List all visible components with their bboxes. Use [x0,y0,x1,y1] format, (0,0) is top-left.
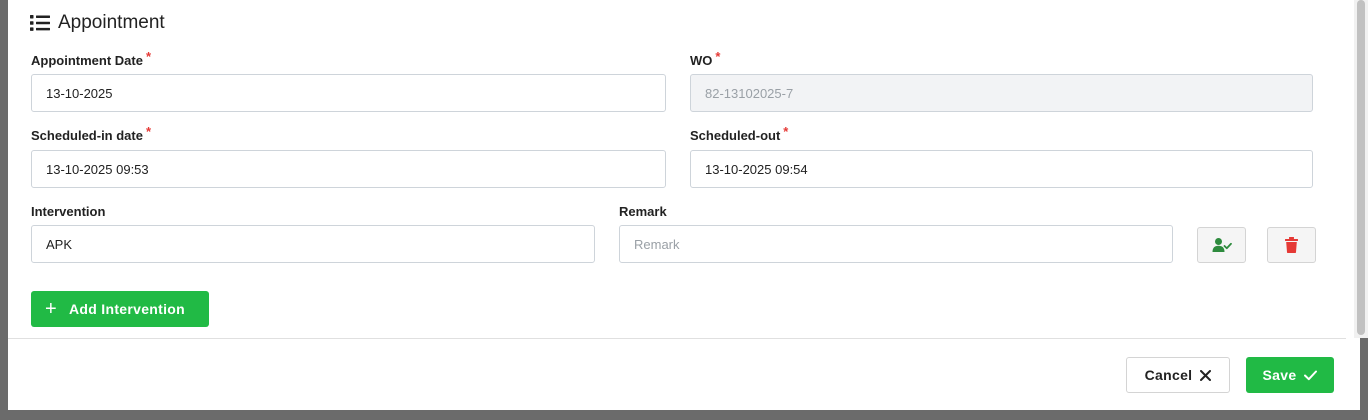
required-mark: * [783,124,789,139]
save-label: Save [1262,367,1297,383]
remark-label: Remark [619,204,667,219]
scrollbar-thumb[interactable] [1357,0,1365,335]
wo-field [690,74,1313,112]
wo-label: WO * [690,49,721,68]
check-icon [1304,370,1318,380]
user-check-icon [1212,238,1232,252]
modal-header: Appointment [30,10,165,36]
plus-icon: + [45,298,57,320]
scheduled-in-label: Scheduled-in date * [31,124,152,143]
list-icon [30,15,50,31]
scheduled-out-label: Scheduled-out * [690,124,789,143]
save-button[interactable]: Save [1246,357,1334,393]
appointment-date-label: Appointment Date * [31,49,152,68]
delete-button[interactable] [1267,227,1316,263]
required-mark: * [145,124,152,139]
close-icon [1200,369,1212,381]
appointment-modal [8,0,1368,410]
assign-button[interactable] [1197,227,1246,263]
cancel-label: Cancel [1144,367,1193,383]
remark-field[interactable] [619,225,1173,263]
modal-title: Appointment [58,12,165,33]
scheduled-in-field[interactable] [31,150,666,188]
footer-divider [8,338,1346,339]
add-intervention-label: Add Intervention [68,301,186,317]
add-intervention-button[interactable]: + Add Intervention [31,291,209,327]
required-mark: * [145,49,152,64]
required-mark: * [715,49,721,64]
trash-icon [1285,237,1298,253]
intervention-label: Intervention [31,204,106,219]
intervention-field[interactable] [31,225,595,263]
appointment-date-field[interactable] [31,74,666,112]
scheduled-out-field[interactable] [690,150,1313,188]
cancel-button[interactable]: Cancel [1126,357,1230,393]
